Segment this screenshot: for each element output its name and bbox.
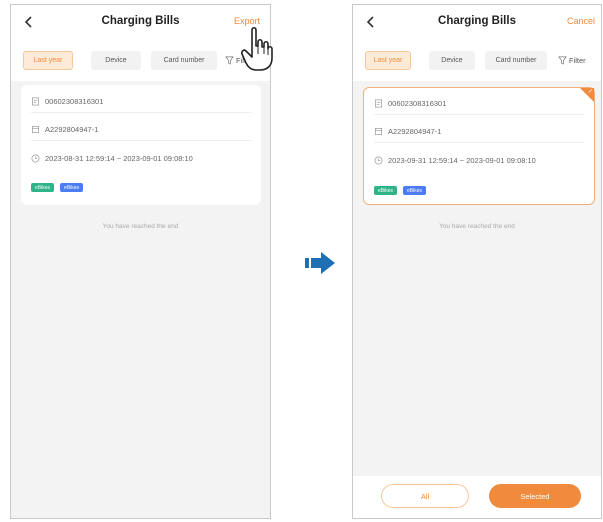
- select-all-button[interactable]: All: [381, 484, 469, 508]
- bill-card-selected[interactable]: ✓ 00602308316301 A2292804947-1 2023-09-3…: [363, 87, 595, 205]
- chip-last-year[interactable]: Last year: [365, 51, 411, 70]
- filter-button[interactable]: Filter: [558, 51, 586, 70]
- chip-device[interactable]: Device: [429, 51, 475, 70]
- filter-label: Filter: [569, 56, 586, 65]
- device-icon: [31, 125, 40, 134]
- order-number: 00602308316301: [388, 99, 447, 108]
- time-row: 2023-09-31 12:59:14 ~ 2023-09-01 09:08:1…: [374, 149, 584, 171]
- filter-icon: [225, 56, 234, 65]
- selected-button[interactable]: Selected: [489, 484, 581, 508]
- device-row: A2292804947-1: [31, 119, 251, 141]
- header: Charging Bills Export: [11, 5, 270, 41]
- order-row: 00602308316301: [374, 93, 584, 115]
- receipt-icon: [374, 99, 383, 108]
- time-range: 2023-09-31 12:59:14 ~ 2023-09-01 09:08:1…: [388, 155, 536, 165]
- time-range: 2023-08-31 12:59:14 ~ 2023-09-01 09:08:1…: [45, 153, 193, 163]
- end-of-list-note: You have reached the end: [102, 223, 179, 230]
- tag-ebikes-2: eBikes: [60, 183, 84, 192]
- device-number: A2292804947-1: [388, 127, 442, 136]
- device-row: A2292804947-1: [374, 121, 584, 143]
- left-screen: Charging Bills Export Last year Device C…: [10, 4, 271, 519]
- arrow-right-icon: [305, 252, 335, 274]
- right-screen: Charging Bills Cancel Last year Device C…: [352, 4, 602, 519]
- order-number: 00602308316301: [45, 97, 104, 106]
- export-button[interactable]: Export: [234, 16, 260, 26]
- time-row: 2023-08-31 12:59:14 ~ 2023-09-01 09:08:1…: [31, 147, 251, 169]
- order-row: 00602308316301: [31, 91, 251, 113]
- filter-bar: Last year Device Card number Filter: [353, 41, 601, 81]
- end-of-list-note: You have reached the end: [439, 223, 515, 230]
- page-title: Charging Bills: [438, 15, 516, 27]
- tag-ebikes: eBikes: [374, 186, 398, 195]
- clock-icon: [374, 156, 383, 164]
- device-number: A2292804947-1: [45, 125, 99, 134]
- bottom-action-bar: All Selected: [353, 476, 601, 518]
- page-title: Charging Bills: [101, 15, 180, 27]
- bill-card[interactable]: 00602308316301 A2292804947-1 2023-08-31 …: [21, 85, 261, 205]
- receipt-icon: [31, 97, 40, 106]
- check-icon: ✓: [587, 89, 593, 95]
- header: Charging Bills Cancel: [353, 5, 601, 41]
- hand-pointer-icon: [241, 26, 273, 71]
- filter-bar: Last year Device Card number Filter: [11, 41, 270, 81]
- chip-device[interactable]: Device: [91, 51, 141, 70]
- tag-list: eBikes eBikes: [374, 186, 427, 195]
- clock-icon: [31, 154, 40, 162]
- tag-ebikes: eBikes: [31, 183, 55, 192]
- cancel-button[interactable]: Cancel: [567, 16, 595, 26]
- device-icon: [374, 127, 383, 136]
- chip-last-year[interactable]: Last year: [23, 51, 73, 70]
- filter-icon: [558, 56, 567, 65]
- tag-list: eBikes eBikes: [31, 183, 84, 192]
- chip-card-number[interactable]: Card number: [151, 51, 217, 70]
- tag-ebikes-2: eBikes: [403, 186, 427, 195]
- chip-card-number[interactable]: Card number: [485, 51, 547, 70]
